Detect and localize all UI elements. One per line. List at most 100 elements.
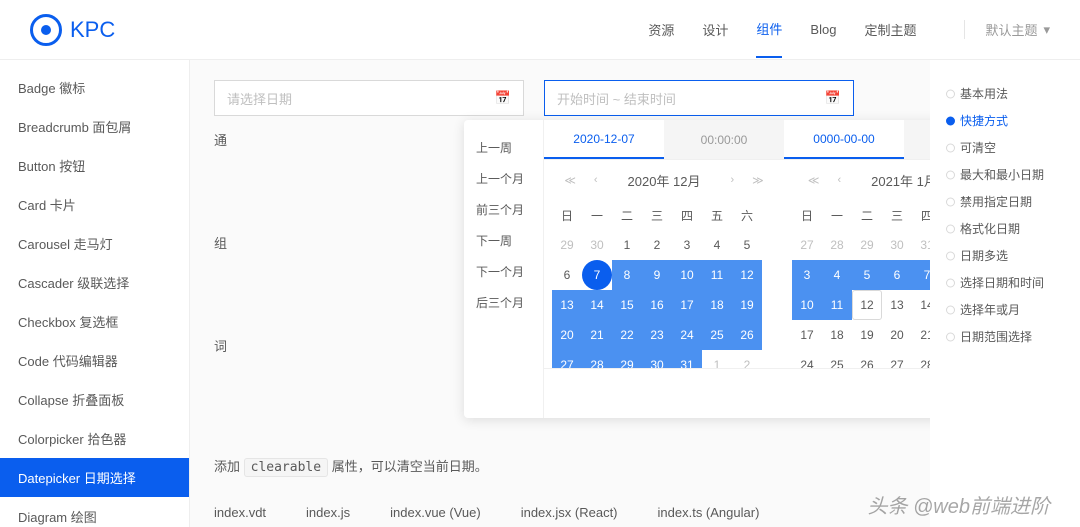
tab-time-right[interactable]: 00:00:00 [904, 120, 930, 159]
tab-date-right[interactable]: 0000-00-00 [784, 120, 904, 159]
calendar-day[interactable]: 12 [732, 260, 762, 290]
calendar-day[interactable]: 20 [882, 320, 912, 350]
calendar-day[interactable]: 11 [822, 290, 852, 320]
sidebar-item[interactable]: Card 卡片 [0, 185, 189, 224]
calendar-day[interactable]: 21 [582, 320, 612, 350]
anchor-item[interactable]: 禁用指定日期 [946, 188, 1064, 215]
calendar-day[interactable]: 7 [582, 260, 612, 290]
anchor-item[interactable]: 日期多选 [946, 242, 1064, 269]
prev-year-icon[interactable]: ≪ [558, 174, 582, 187]
calendar-day[interactable]: 2 [642, 230, 672, 260]
anchor-item[interactable]: 选择日期和时间 [946, 269, 1064, 296]
sidebar-item[interactable]: Cascader 级联选择 [0, 263, 189, 302]
calendar-day[interactable]: 12 [852, 290, 882, 320]
calendar-day[interactable]: 4 [822, 260, 852, 290]
calendar-day[interactable]: 11 [702, 260, 732, 290]
shortcut-item[interactable]: 前三个月 [464, 194, 543, 225]
prev-month-icon[interactable]: ‹ [831, 174, 847, 186]
logo[interactable]: KPC [30, 14, 115, 46]
file-tab[interactable]: index.vue (Vue) [390, 505, 481, 520]
nav-item-1[interactable]: 设计 [702, 2, 728, 57]
calendar-day[interactable]: 27 [792, 230, 822, 260]
calendar-day[interactable]: 6 [882, 260, 912, 290]
sidebar-item[interactable]: Button 按钮 [0, 146, 189, 185]
nav-item-2[interactable]: 组件 [756, 1, 782, 58]
anchor-item[interactable]: 选择年或月 [946, 296, 1064, 323]
calendar-day[interactable]: 24 [672, 320, 702, 350]
calendar-day[interactable]: 20 [552, 320, 582, 350]
calendar-day[interactable]: 19 [852, 320, 882, 350]
calendar-day[interactable]: 31 [912, 230, 930, 260]
anchor-item[interactable]: 最大和最小日期 [946, 161, 1064, 188]
tab-time-left[interactable]: 00:00:00 [664, 120, 784, 159]
calendar-day[interactable]: 29 [852, 230, 882, 260]
calendar-day[interactable]: 9 [642, 260, 672, 290]
calendar-day[interactable]: 13 [882, 290, 912, 320]
nav-item-0[interactable]: 资源 [648, 2, 674, 57]
calendar-day[interactable]: 5 [732, 230, 762, 260]
calendar-day[interactable]: 28 [822, 230, 852, 260]
shortcut-item[interactable]: 上一周 [464, 132, 543, 163]
calendar-day[interactable]: 14 [912, 290, 930, 320]
calendar-day[interactable]: 18 [702, 290, 732, 320]
calendar-day[interactable]: 3 [672, 230, 702, 260]
shortcut-item[interactable]: 后三个月 [464, 287, 543, 318]
calendar-day[interactable]: 18 [822, 320, 852, 350]
calendar-day[interactable]: 25 [702, 320, 732, 350]
calendar-day[interactable]: 1 [612, 230, 642, 260]
nav-item-3[interactable]: Blog [810, 4, 836, 55]
calendar-day[interactable]: 7 [912, 260, 930, 290]
sidebar-item[interactable]: Diagram 绘图 [0, 497, 189, 527]
sidebar-item[interactable]: Carousel 走马灯 [0, 224, 189, 263]
date-input-single[interactable]: 请选择日期 📅 [214, 80, 524, 116]
calendar-day[interactable]: 10 [672, 260, 702, 290]
calendar-day[interactable]: 13 [552, 290, 582, 320]
sidebar-item[interactable]: Checkbox 复选框 [0, 302, 189, 341]
theme-select[interactable]: 默认主题▾ [964, 20, 1050, 39]
calendar-day[interactable]: 30 [582, 230, 612, 260]
next-year-icon[interactable]: ≫ [746, 174, 770, 187]
next-month-icon[interactable]: › [725, 174, 741, 186]
sidebar-item[interactable]: Datepicker 日期选择 [0, 458, 189, 497]
calendar-day[interactable]: 16 [642, 290, 672, 320]
calendar-day[interactable]: 4 [702, 230, 732, 260]
sidebar-item[interactable]: Collapse 折叠面板 [0, 380, 189, 419]
anchor-item[interactable]: 格式化日期 [946, 215, 1064, 242]
anchor-item[interactable]: 日期范围选择 [946, 323, 1064, 350]
calendar-day[interactable]: 14 [582, 290, 612, 320]
calendar-day[interactable]: 19 [732, 290, 762, 320]
file-tab[interactable]: index.vdt [214, 505, 266, 520]
calendar-day[interactable]: 15 [612, 290, 642, 320]
calendar-day[interactable]: 23 [642, 320, 672, 350]
file-tab[interactable]: index.js [306, 505, 350, 520]
sidebar-item[interactable]: Badge 徽标 [0, 68, 189, 107]
calendar-day[interactable]: 26 [732, 320, 762, 350]
sidebar-item[interactable]: Code 代码编辑器 [0, 341, 189, 380]
calendar-day[interactable]: 29 [552, 230, 582, 260]
sidebar-item[interactable]: Breadcrumb 面包屑 [0, 107, 189, 146]
file-tab[interactable]: index.ts (Angular) [658, 505, 760, 520]
anchor-item[interactable]: 基本用法 [946, 80, 1064, 107]
calendar-day[interactable]: 21 [912, 320, 930, 350]
calendar-day[interactable]: 22 [612, 320, 642, 350]
nav-item-4[interactable]: 定制主题 [864, 2, 916, 57]
file-tab[interactable]: index.jsx (React) [521, 505, 618, 520]
prev-year-icon[interactable]: ≪ [802, 174, 826, 187]
shortcut-item[interactable]: 上一个月 [464, 163, 543, 194]
calendar-day[interactable]: 17 [672, 290, 702, 320]
calendar-day[interactable]: 8 [612, 260, 642, 290]
calendar-day[interactable]: 6 [552, 260, 582, 290]
prev-month-icon[interactable]: ‹ [588, 174, 604, 186]
calendar-day[interactable]: 5 [852, 260, 882, 290]
calendar-day[interactable]: 17 [792, 320, 822, 350]
sidebar-item[interactable]: Colorpicker 拾色器 [0, 419, 189, 458]
date-input-range[interactable]: 开始时间 ~ 结束时间 📅 [544, 80, 854, 116]
calendar-day[interactable]: 10 [792, 290, 822, 320]
shortcut-item[interactable]: 下一周 [464, 225, 543, 256]
shortcut-item[interactable]: 下一个月 [464, 256, 543, 287]
anchor-item[interactable]: 可清空 [946, 134, 1064, 161]
calendar-day[interactable]: 3 [792, 260, 822, 290]
calendar-day[interactable]: 30 [882, 230, 912, 260]
anchor-item[interactable]: 快捷方式 [946, 107, 1064, 134]
tab-date-left[interactable]: 2020-12-07 [544, 120, 664, 159]
